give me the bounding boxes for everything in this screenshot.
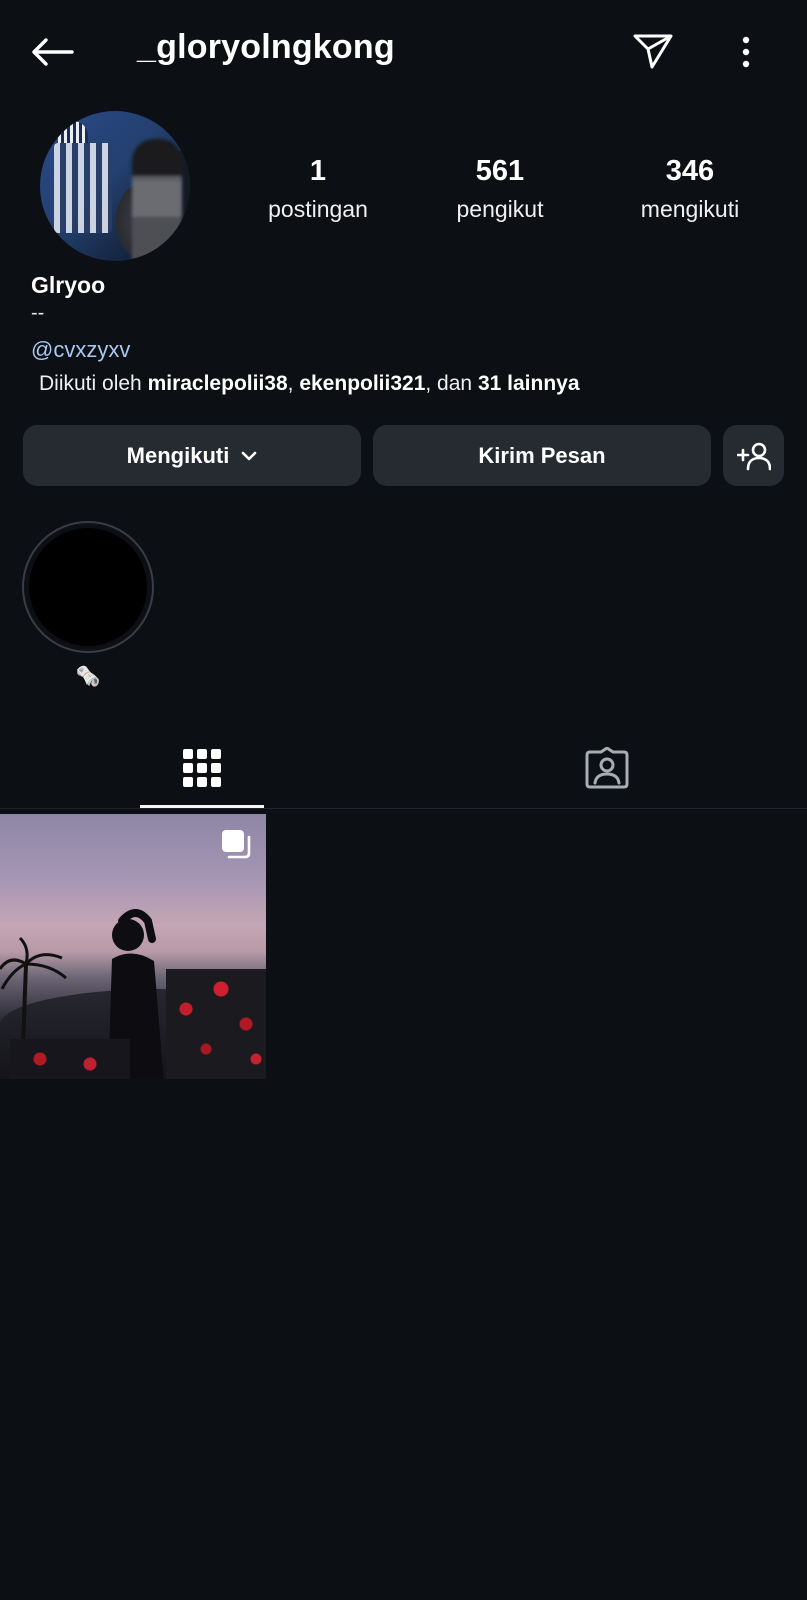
profile-avatar[interactable] (40, 111, 190, 261)
following-label: mengikuti (640, 196, 740, 222)
followed-by-text[interactable]: Diikuti oleh miraclepolii38, ekenpolii32… (39, 372, 580, 396)
arrow-left-icon (32, 38, 74, 66)
followers-label: pengikut (456, 196, 544, 222)
stat-posts: 1 postingan (253, 155, 383, 223)
followed-by-user-1: miraclepolii38 (147, 372, 288, 395)
followed-by-separator-2: , dan (425, 372, 473, 395)
tab-tagged[interactable] (545, 730, 669, 806)
add-user-icon (736, 442, 771, 470)
send-message-button-main[interactable]: Kirim Pesan (373, 425, 711, 486)
more-options-button[interactable] (728, 30, 764, 74)
following-count: 346 (665, 155, 715, 187)
story-highlight[interactable] (22, 521, 154, 653)
followed-by-separator-1: , (287, 372, 294, 395)
bio-link[interactable]: @cvxzyxv (31, 337, 130, 363)
kebab-menu-icon (742, 36, 750, 68)
tagged-person-icon (585, 747, 629, 789)
post-thumbnail[interactable] (0, 814, 266, 1079)
back-button[interactable] (26, 30, 78, 74)
grid-icon (183, 749, 221, 787)
bio-text: -- (31, 302, 45, 324)
chevron-down-icon (242, 451, 257, 460)
followed-by-user-2: ekenpolii321 (299, 372, 426, 395)
suggest-users-button[interactable] (723, 425, 784, 486)
profile-username: _gloryolngkong (137, 28, 395, 66)
posts-label: postingan (268, 196, 368, 222)
send-message-button[interactable] (628, 26, 678, 76)
display-name: Glryoo (31, 272, 106, 298)
message-button-label: Kirim Pesan (478, 442, 606, 468)
paper-plane-icon (633, 34, 673, 69)
followed-by-others: 31 lainnya (477, 372, 580, 395)
following-button-label: Mengikuti (126, 442, 230, 468)
story-highlight-cover (29, 528, 147, 646)
tab-posts-grid[interactable] (140, 730, 264, 806)
posts-count: 1 (309, 155, 327, 187)
followed-by-prefix: Diikuti oleh (39, 372, 142, 395)
carousel-icon (222, 830, 251, 859)
stat-followers[interactable]: 561 pengikut (435, 155, 565, 223)
stat-following[interactable]: 346 mengikuti (620, 155, 760, 223)
tabs-divider (0, 808, 807, 809)
story-highlight-label: 🗞️ (75, 666, 101, 688)
followers-count: 561 (475, 155, 525, 187)
following-button[interactable]: Mengikuti (23, 425, 361, 486)
